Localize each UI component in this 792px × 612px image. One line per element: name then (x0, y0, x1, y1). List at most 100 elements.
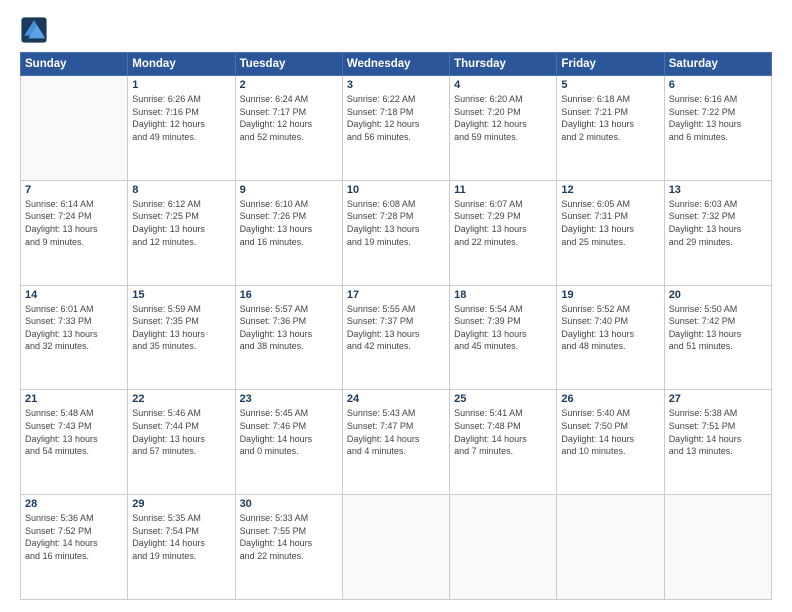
calendar-cell (450, 495, 557, 600)
col-header-tuesday: Tuesday (235, 53, 342, 76)
col-header-monday: Monday (128, 53, 235, 76)
day-info: Sunrise: 5:36 AM Sunset: 7:52 PM Dayligh… (25, 512, 123, 562)
day-number: 5 (561, 79, 659, 91)
day-info: Sunrise: 6:05 AM Sunset: 7:31 PM Dayligh… (561, 198, 659, 248)
calendar-cell: 26 Sunrise: 5:40 AM Sunset: 7:50 PM Dayli… (557, 390, 664, 495)
day-number: 26 (561, 393, 659, 405)
col-header-thursday: Thursday (450, 53, 557, 76)
day-info: Sunrise: 6:01 AM Sunset: 7:33 PM Dayligh… (25, 303, 123, 353)
calendar-cell: 16 Sunrise: 5:57 AM Sunset: 7:36 PM Dayli… (235, 285, 342, 390)
week-row-3: 14 Sunrise: 6:01 AM Sunset: 7:33 PM Dayli… (21, 285, 772, 390)
day-number: 3 (347, 79, 445, 91)
calendar-cell: 6Sunrise: 6:16 AM Sunset: 7:22 PM Daylig… (664, 76, 771, 181)
col-header-wednesday: Wednesday (342, 53, 449, 76)
day-info: Sunrise: 6:26 AM Sunset: 7:16 PM Dayligh… (132, 93, 230, 143)
day-number: 9 (240, 184, 338, 196)
day-number: 10 (347, 184, 445, 196)
day-info: Sunrise: 5:33 AM Sunset: 7:55 PM Dayligh… (240, 512, 338, 562)
day-number: 8 (132, 184, 230, 196)
calendar-cell: 21 Sunrise: 5:48 AM Sunset: 7:43 PM Dayli… (21, 390, 128, 495)
day-number: 4 (454, 79, 552, 91)
calendar-cell: 22 Sunrise: 5:46 AM Sunset: 7:44 PM Dayli… (128, 390, 235, 495)
calendar-cell: 11 Sunrise: 6:07 AM Sunset: 7:29 PM Dayli… (450, 180, 557, 285)
logo (20, 16, 52, 44)
day-info: Sunrise: 6:03 AM Sunset: 7:32 PM Dayligh… (669, 198, 767, 248)
day-number: 29 (132, 498, 230, 510)
day-info: Sunrise: 5:55 AM Sunset: 7:37 PM Dayligh… (347, 303, 445, 353)
col-header-sunday: Sunday (21, 53, 128, 76)
calendar-cell: 4 Sunrise: 6:20 AM Sunset: 7:20 PM Daylig… (450, 76, 557, 181)
day-number: 11 (454, 184, 552, 196)
calendar-table: SundayMondayTuesdayWednesdayThursdayFrid… (20, 52, 772, 600)
day-info: Sunrise: 5:40 AM Sunset: 7:50 PM Dayligh… (561, 407, 659, 457)
calendar-cell: 24 Sunrise: 5:43 AM Sunset: 7:47 PM Dayli… (342, 390, 449, 495)
day-number: 27 (669, 393, 767, 405)
day-number: 24 (347, 393, 445, 405)
day-info: Sunrise: 5:52 AM Sunset: 7:40 PM Dayligh… (561, 303, 659, 353)
day-number: 17 (347, 289, 445, 301)
day-number: 23 (240, 393, 338, 405)
calendar-cell: 5 Sunrise: 6:18 AM Sunset: 7:21 PM Daylig… (557, 76, 664, 181)
day-info: Sunrise: 6:16 AM Sunset: 7:22 PM Dayligh… (669, 93, 767, 143)
day-info: Sunrise: 5:59 AM Sunset: 7:35 PM Dayligh… (132, 303, 230, 353)
calendar-cell: 29 Sunrise: 5:35 AM Sunset: 7:54 PM Dayli… (128, 495, 235, 600)
calendar-cell: 10 Sunrise: 6:08 AM Sunset: 7:28 PM Dayli… (342, 180, 449, 285)
day-info: Sunrise: 5:38 AM Sunset: 7:51 PM Dayligh… (669, 407, 767, 457)
day-number: 12 (561, 184, 659, 196)
calendar-cell: 20Sunrise: 5:50 AM Sunset: 7:42 PM Dayli… (664, 285, 771, 390)
day-info: Sunrise: 5:45 AM Sunset: 7:46 PM Dayligh… (240, 407, 338, 457)
day-info: Sunrise: 6:12 AM Sunset: 7:25 PM Dayligh… (132, 198, 230, 248)
day-info: Sunrise: 6:08 AM Sunset: 7:28 PM Dayligh… (347, 198, 445, 248)
calendar-cell: 28 Sunrise: 5:36 AM Sunset: 7:52 PM Dayli… (21, 495, 128, 600)
day-number: 15 (132, 289, 230, 301)
header-row: SundayMondayTuesdayWednesdayThursdayFrid… (21, 53, 772, 76)
calendar-cell: 12 Sunrise: 6:05 AM Sunset: 7:31 PM Dayli… (557, 180, 664, 285)
day-number: 7 (25, 184, 123, 196)
calendar-cell (342, 495, 449, 600)
calendar-cell: 15 Sunrise: 5:59 AM Sunset: 7:35 PM Dayli… (128, 285, 235, 390)
day-number: 22 (132, 393, 230, 405)
week-row-5: 28 Sunrise: 5:36 AM Sunset: 7:52 PM Dayli… (21, 495, 772, 600)
day-info: Sunrise: 6:22 AM Sunset: 7:18 PM Dayligh… (347, 93, 445, 143)
day-number: 14 (25, 289, 123, 301)
day-number: 16 (240, 289, 338, 301)
day-info: Sunrise: 5:43 AM Sunset: 7:47 PM Dayligh… (347, 407, 445, 457)
calendar-cell (21, 76, 128, 181)
calendar-cell: 9Sunrise: 6:10 AM Sunset: 7:26 PM Daylig… (235, 180, 342, 285)
day-number: 28 (25, 498, 123, 510)
calendar-cell: 23 Sunrise: 5:45 AM Sunset: 7:46 PM Dayli… (235, 390, 342, 495)
day-info: Sunrise: 6:18 AM Sunset: 7:21 PM Dayligh… (561, 93, 659, 143)
day-number: 30 (240, 498, 338, 510)
header (20, 16, 772, 44)
day-number: 21 (25, 393, 123, 405)
col-header-friday: Friday (557, 53, 664, 76)
calendar-cell: 7 Sunrise: 6:14 AM Sunset: 7:24 PM Daylig… (21, 180, 128, 285)
calendar-cell: 2 Sunrise: 6:24 AM Sunset: 7:17 PM Daylig… (235, 76, 342, 181)
calendar-cell: 30 Sunrise: 5:33 AM Sunset: 7:55 PM Dayli… (235, 495, 342, 600)
page: SundayMondayTuesdayWednesdayThursdayFrid… (0, 0, 792, 612)
day-info: Sunrise: 5:46 AM Sunset: 7:44 PM Dayligh… (132, 407, 230, 457)
week-row-1: 1 Sunrise: 6:26 AM Sunset: 7:16 PM Daylig… (21, 76, 772, 181)
day-info: Sunrise: 6:20 AM Sunset: 7:20 PM Dayligh… (454, 93, 552, 143)
day-number: 25 (454, 393, 552, 405)
calendar-cell (557, 495, 664, 600)
calendar-cell: 19Sunrise: 5:52 AM Sunset: 7:40 PM Dayli… (557, 285, 664, 390)
day-info: Sunrise: 6:14 AM Sunset: 7:24 PM Dayligh… (25, 198, 123, 248)
day-info: Sunrise: 6:07 AM Sunset: 7:29 PM Dayligh… (454, 198, 552, 248)
day-number: 1 (132, 79, 230, 91)
day-info: Sunrise: 5:48 AM Sunset: 7:43 PM Dayligh… (25, 407, 123, 457)
day-number: 18 (454, 289, 552, 301)
calendar-cell: 3 Sunrise: 6:22 AM Sunset: 7:18 PM Daylig… (342, 76, 449, 181)
calendar-cell: 13Sunrise: 6:03 AM Sunset: 7:32 PM Dayli… (664, 180, 771, 285)
calendar-cell: 8 Sunrise: 6:12 AM Sunset: 7:25 PM Daylig… (128, 180, 235, 285)
day-info: Sunrise: 5:57 AM Sunset: 7:36 PM Dayligh… (240, 303, 338, 353)
day-number: 2 (240, 79, 338, 91)
day-info: Sunrise: 5:35 AM Sunset: 7:54 PM Dayligh… (132, 512, 230, 562)
calendar-cell (664, 495, 771, 600)
calendar-cell: 25Sunrise: 5:41 AM Sunset: 7:48 PM Dayli… (450, 390, 557, 495)
calendar-cell: 14 Sunrise: 6:01 AM Sunset: 7:33 PM Dayli… (21, 285, 128, 390)
calendar-cell: 17 Sunrise: 5:55 AM Sunset: 7:37 PM Dayli… (342, 285, 449, 390)
day-number: 20 (669, 289, 767, 301)
day-info: Sunrise: 6:24 AM Sunset: 7:17 PM Dayligh… (240, 93, 338, 143)
week-row-4: 21 Sunrise: 5:48 AM Sunset: 7:43 PM Dayli… (21, 390, 772, 495)
